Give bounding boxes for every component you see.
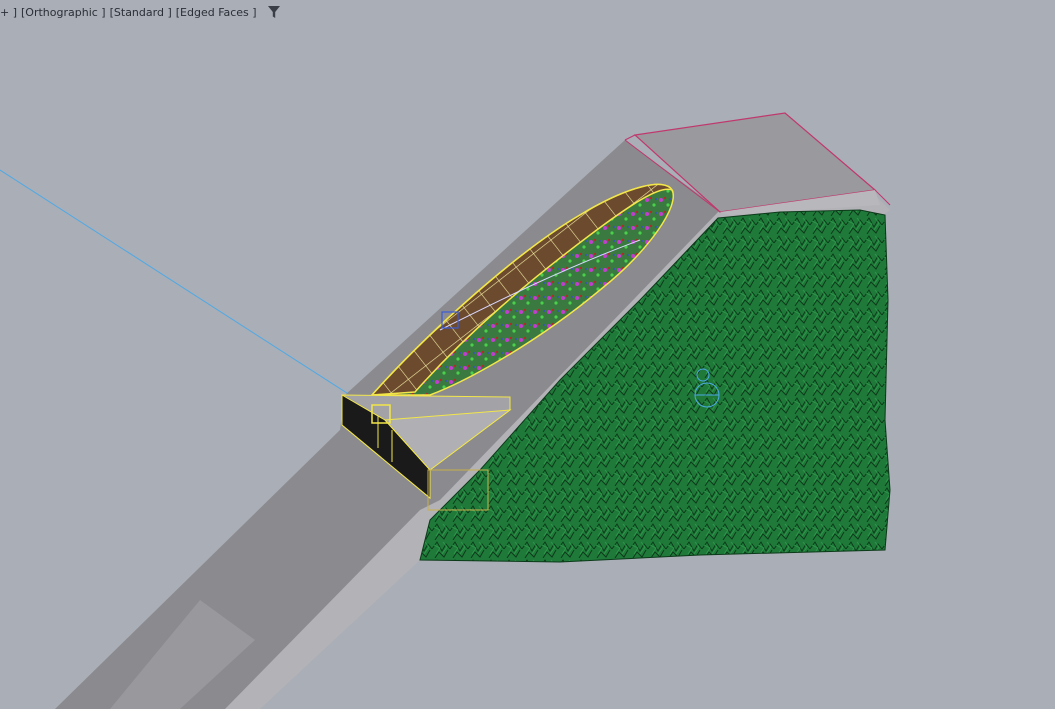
light-target-line [0,169,351,396]
view-mode-menu[interactable]: [Orthographic ] [21,6,106,19]
scene-canvas[interactable] [0,0,1055,709]
viewport-orthographic[interactable]: + ] [Orthographic ] [Standard ] [Edged F… [0,0,1055,709]
filter-funnel-icon[interactable] [267,5,281,19]
display-mode-menu[interactable]: [Edged Faces ] [176,6,257,19]
viewport-label-bar: + ] [Orthographic ] [Standard ] [Edged F… [0,4,281,20]
viewport-menu-plus[interactable]: + ] [0,6,17,19]
shading-mode-menu[interactable]: [Standard ] [110,6,172,19]
